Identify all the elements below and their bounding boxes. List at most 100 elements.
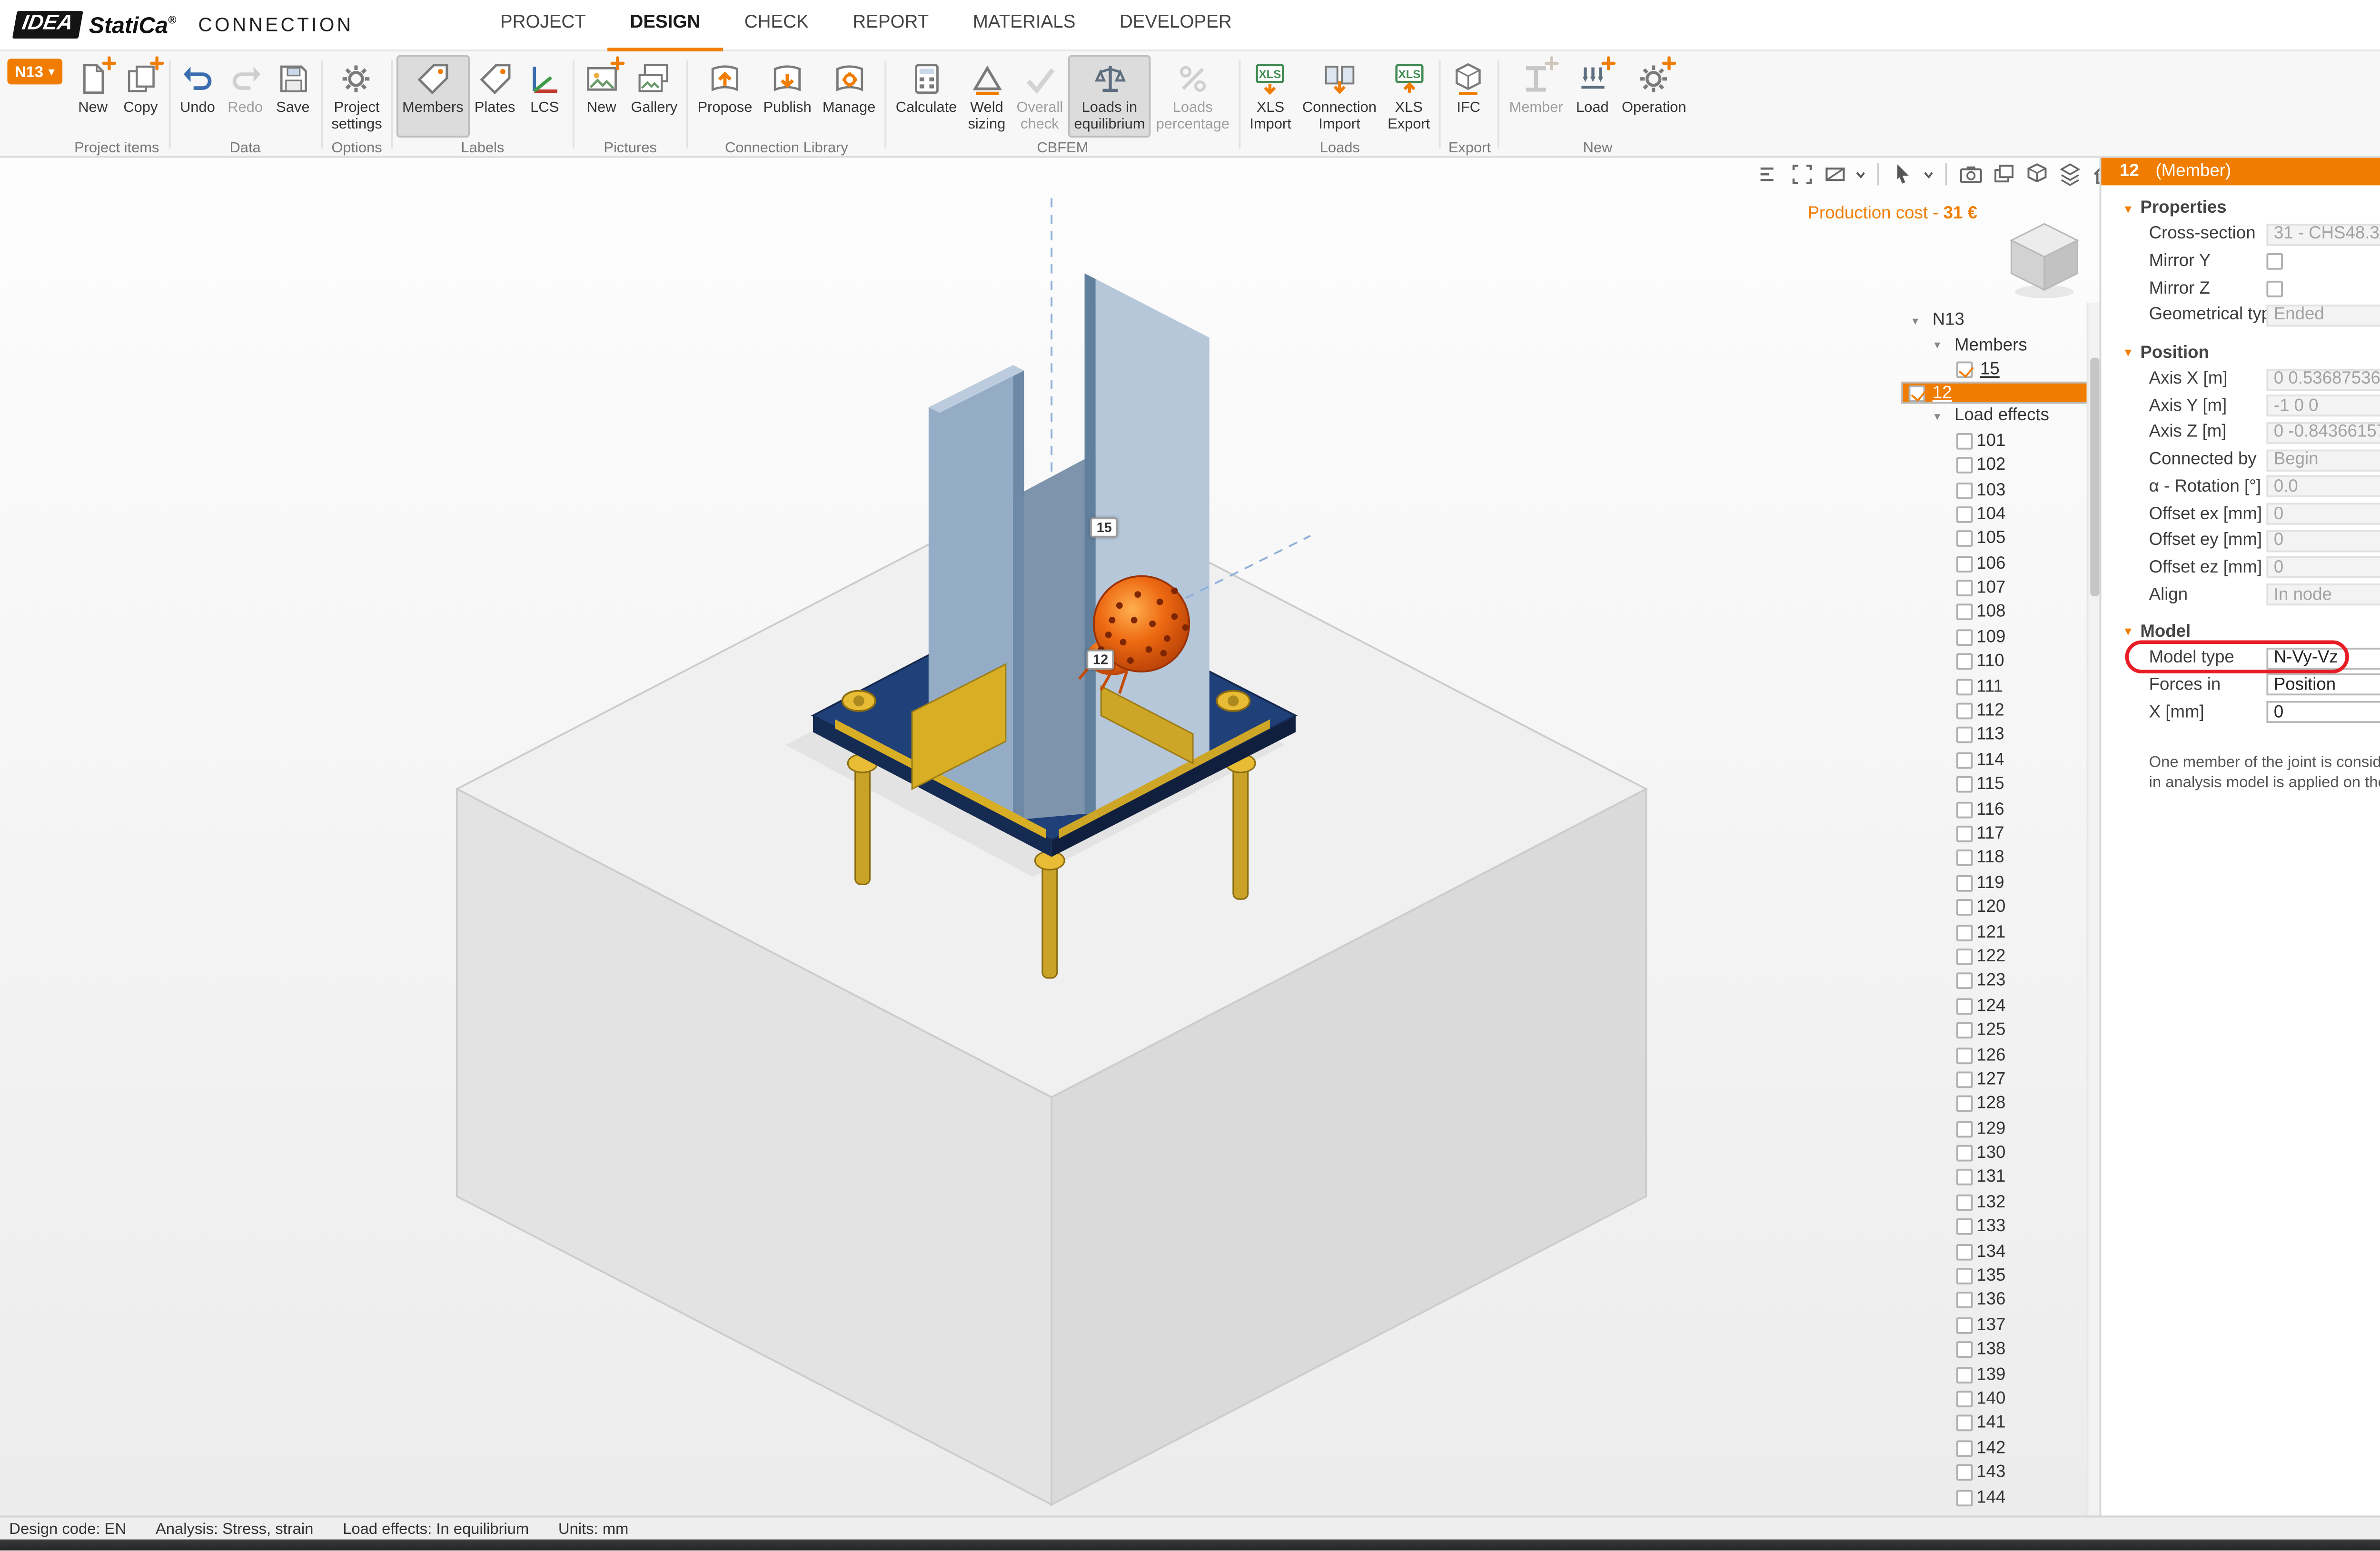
ribbon-button-options-project-settings[interactable]: Projectsettings bbox=[326, 55, 387, 138]
load-effect-checkbox[interactable] bbox=[1956, 1145, 1973, 1162]
collapse-icon[interactable]: ▾ bbox=[2125, 625, 2132, 640]
ribbon-button-loads-xls-import[interactable]: XLSImport bbox=[1244, 55, 1297, 138]
load-effect-checkbox[interactable] bbox=[1956, 801, 1973, 818]
tree-load-effect-111[interactable]: 111 bbox=[1901, 674, 2099, 699]
tree-root[interactable]: ▾N13 bbox=[1901, 308, 2099, 333]
load-effect-checkbox[interactable] bbox=[1956, 654, 1973, 671]
measure-icon[interactable] bbox=[1755, 161, 1782, 187]
load-effect-checkbox[interactable] bbox=[1956, 1071, 1973, 1088]
mirror-y-checkbox[interactable] bbox=[2266, 253, 2283, 270]
load-effect-checkbox[interactable] bbox=[1956, 1489, 1973, 1506]
tree-load-effect-117[interactable]: 117 bbox=[1901, 821, 2099, 846]
load-effect-checkbox[interactable] bbox=[1956, 1120, 1973, 1137]
tree-load-effect-109[interactable]: 109 bbox=[1901, 625, 2099, 650]
load-effect-checkbox[interactable] bbox=[1956, 924, 1973, 940]
ribbon-button-cbfem-calculate[interactable]: Calculate bbox=[890, 55, 962, 138]
tree-load-effect-137[interactable]: 137 bbox=[1901, 1313, 2099, 1338]
load-effect-checkbox[interactable] bbox=[1956, 875, 1973, 891]
ribbon-button-loads-connection-import[interactable]: ConnectionImport bbox=[1297, 55, 1382, 138]
load-effect-checkbox[interactable] bbox=[1956, 998, 1973, 1014]
ribbon-button-data-undo[interactable]: Undo bbox=[174, 55, 221, 138]
clipping-planes-icon[interactable] bbox=[1821, 161, 1848, 187]
tree-load-effect-124[interactable]: 124 bbox=[1901, 994, 2099, 1018]
load-effect-checkbox[interactable] bbox=[1956, 727, 1973, 744]
load-effect-checkbox[interactable] bbox=[1956, 1464, 1973, 1481]
tree-load-effect-129[interactable]: 129 bbox=[1901, 1116, 2099, 1141]
tree-load-effect-132[interactable]: 132 bbox=[1901, 1190, 2099, 1215]
menu-tab-materials[interactable]: MATERIALS bbox=[951, 0, 1098, 50]
collapse-icon[interactable]: ▾ bbox=[1934, 409, 1951, 424]
viewport-3d[interactable]: Production cost - 31 € 15 12 bbox=[0, 158, 2100, 1516]
tree-load-effect-142[interactable]: 142 bbox=[1901, 1436, 2099, 1461]
tree-load-effect-104[interactable]: 104 bbox=[1901, 502, 2099, 527]
tree-load-effect-108[interactable]: 108 bbox=[1901, 601, 2099, 625]
tree-load-effect-113[interactable]: 113 bbox=[1901, 723, 2099, 748]
model-type-select[interactable]: N-Vy-Vz▾ bbox=[2266, 647, 2380, 669]
ribbon-button-export-ifc[interactable]: IFC bbox=[1445, 55, 1492, 138]
ribbon-button-connection-library-manage[interactable]: Manage bbox=[817, 55, 881, 138]
load-effect-checkbox[interactable] bbox=[1956, 1047, 1973, 1064]
tree-load-effect-118[interactable]: 118 bbox=[1901, 846, 2099, 871]
tree-load-effect-136[interactable]: 136 bbox=[1901, 1288, 2099, 1313]
load-effect-checkbox[interactable] bbox=[1956, 629, 1973, 646]
load-effect-checkbox[interactable] bbox=[1956, 752, 1973, 769]
tree-section-load-effects[interactable]: ▾Load effects bbox=[1901, 404, 2099, 429]
load-effect-checkbox[interactable] bbox=[1956, 1342, 1973, 1358]
load-effect-checkbox[interactable] bbox=[1956, 482, 1973, 498]
3d-scene[interactable] bbox=[0, 158, 2100, 1516]
menu-tab-project[interactable]: PROJECT bbox=[478, 0, 608, 50]
menu-tab-design[interactable]: DESIGN bbox=[608, 0, 722, 50]
load-effect-checkbox[interactable] bbox=[1956, 1096, 1973, 1113]
dropdown-icon[interactable] bbox=[1854, 161, 1868, 187]
section-header-position[interactable]: ▾Position bbox=[2101, 340, 2380, 366]
tree-load-effect-141[interactable]: 141 bbox=[1901, 1412, 2099, 1436]
load-effect-checkbox[interactable] bbox=[1956, 1415, 1973, 1432]
load-effect-checkbox[interactable] bbox=[1956, 1022, 1973, 1039]
tree-load-effect-119[interactable]: 119 bbox=[1901, 871, 2099, 896]
tree-load-effect-138[interactable]: 138 bbox=[1901, 1338, 2099, 1363]
tree-load-effect-116[interactable]: 116 bbox=[1901, 797, 2099, 822]
forces-in-select[interactable]: Position▾ bbox=[2266, 674, 2380, 696]
tree-scrollbar[interactable] bbox=[2087, 303, 2100, 1515]
load-effect-checkbox[interactable] bbox=[1956, 1293, 1973, 1309]
mirror-z-checkbox[interactable] bbox=[2266, 280, 2283, 297]
tree-load-effect-122[interactable]: 122 bbox=[1901, 945, 2099, 969]
load-effect-checkbox[interactable] bbox=[1956, 433, 1973, 449]
tree-load-effect-120[interactable]: 120 bbox=[1901, 895, 2099, 920]
tree-load-effect-114[interactable]: 114 bbox=[1901, 748, 2099, 773]
tree-load-effect-105[interactable]: 105 bbox=[1901, 527, 2099, 552]
tree-load-effect-134[interactable]: 134 bbox=[1901, 1239, 2099, 1264]
tree-load-effect-107[interactable]: 107 bbox=[1901, 576, 2099, 601]
collapse-icon[interactable]: ▾ bbox=[1912, 313, 1929, 328]
load-effect-checkbox[interactable] bbox=[1956, 826, 1973, 842]
ribbon-button-data-save[interactable]: Save bbox=[269, 55, 317, 138]
tree-load-effect-106[interactable]: 106 bbox=[1901, 552, 2099, 576]
member-label-15[interactable]: 15 bbox=[1090, 517, 1118, 537]
tree-load-effect-112[interactable]: 112 bbox=[1901, 699, 2099, 723]
load-effect-checkbox[interactable] bbox=[1956, 1244, 1973, 1260]
tree-load-effect-115[interactable]: 115 bbox=[1901, 772, 2099, 797]
ribbon-button-new-load[interactable]: Load bbox=[1568, 55, 1616, 138]
ribbon-button-project-items-copy[interactable]: Copy bbox=[117, 55, 164, 138]
ribbon-button-new-operation[interactable]: Operation bbox=[1616, 55, 1692, 138]
ribbon-button-loads-xls-export[interactable]: XLSExport bbox=[1382, 55, 1436, 138]
tree-member-12[interactable]: 12 bbox=[1901, 382, 2099, 404]
load-effect-checkbox[interactable] bbox=[1956, 1317, 1973, 1334]
tree-load-effect-110[interactable]: 110 bbox=[1901, 650, 2099, 674]
ribbon-button-connection-library-propose[interactable]: Propose bbox=[692, 55, 758, 138]
tree-load-effect-143[interactable]: 143 bbox=[1901, 1461, 2099, 1485]
load-effect-checkbox[interactable] bbox=[1956, 1170, 1973, 1186]
ribbon-button-cbfem-weld-sizing[interactable]: Weldsizing bbox=[962, 55, 1011, 138]
tree-member-label[interactable]: 15 bbox=[1980, 360, 2000, 380]
tree-load-effect-131[interactable]: 131 bbox=[1901, 1166, 2099, 1190]
tree-load-effect-121[interactable]: 121 bbox=[1901, 920, 2099, 945]
tree-load-effect-135[interactable]: 135 bbox=[1901, 1264, 2099, 1289]
collapse-icon[interactable]: ▾ bbox=[2125, 201, 2132, 216]
x-mm-input[interactable]: 0 bbox=[2266, 701, 2380, 723]
load-effect-checkbox[interactable] bbox=[1956, 555, 1973, 572]
ribbon-button-cbfem-loads-in-equilibrium[interactable]: Loads inequilibrium bbox=[1069, 55, 1150, 138]
member-visibility-checkbox[interactable] bbox=[1956, 361, 1973, 378]
member-visibility-checkbox[interactable] bbox=[1909, 385, 1925, 401]
tree-load-effect-139[interactable]: 139 bbox=[1901, 1362, 2099, 1387]
load-effect-checkbox[interactable] bbox=[1956, 1194, 1973, 1211]
